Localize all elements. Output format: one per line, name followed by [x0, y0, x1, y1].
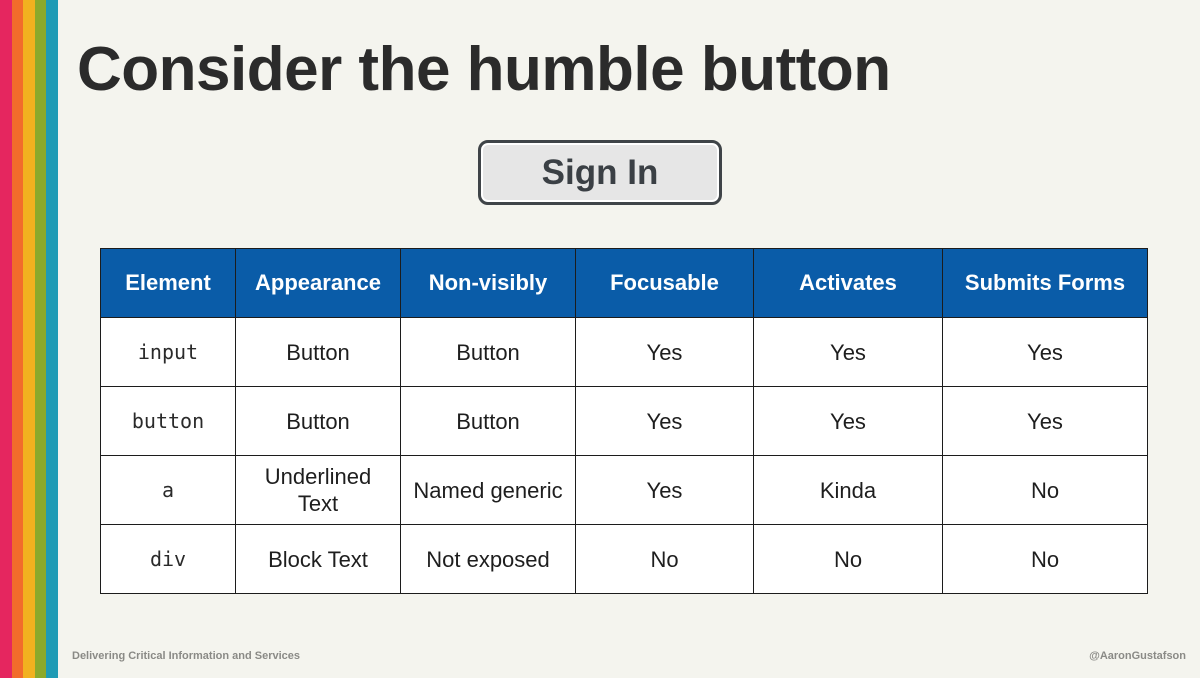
rainbow-stripe — [34, 0, 47, 678]
appearance-cell: Button — [235, 317, 401, 387]
element-cell: button — [100, 386, 236, 456]
submits-forms-cell: No — [942, 524, 1148, 594]
column-header-activates: Activates — [753, 248, 943, 318]
column-header-appearance: Appearance — [235, 248, 401, 318]
activates-cell: Yes — [753, 317, 943, 387]
column-header-non-visibly: Non-visibly — [400, 248, 576, 318]
column-header-focusable: Focusable — [575, 248, 754, 318]
non-visibly-cell: Not exposed — [400, 524, 576, 594]
submits-forms-cell: Yes — [942, 317, 1148, 387]
rainbow-stripes — [0, 0, 58, 678]
slide-title: Consider the humble button — [77, 35, 891, 104]
rainbow-stripe — [23, 0, 35, 678]
appearance-cell: Block Text — [235, 524, 401, 594]
focusable-cell: Yes — [575, 317, 754, 387]
submits-forms-cell: Yes — [942, 386, 1148, 456]
non-visibly-cell: Button — [400, 386, 576, 456]
appearance-cell: Button — [235, 386, 401, 456]
rainbow-stripe — [46, 0, 58, 678]
rainbow-stripe — [11, 0, 24, 678]
column-header-element: Element — [100, 248, 236, 318]
table-row: button Button Button Yes Yes Yes — [100, 386, 1148, 456]
appearance-cell: Underlined Text — [235, 455, 401, 525]
column-header-submits-forms: Submits Forms — [942, 248, 1148, 318]
non-visibly-cell: Button — [400, 317, 576, 387]
activates-cell: Kinda — [753, 455, 943, 525]
footer-author-handle: @AaronGustafson — [1089, 650, 1186, 662]
comparison-table: Element Appearance Non-visibly Focusable… — [100, 248, 1148, 594]
sign-in-button[interactable]: Sign In — [478, 140, 722, 205]
footer-talk-title: Delivering Critical Information and Serv… — [72, 650, 301, 662]
rainbow-stripe — [0, 0, 12, 678]
activates-cell: No — [753, 524, 943, 594]
focusable-cell: Yes — [575, 386, 754, 456]
table-header-row: Element Appearance Non-visibly Focusable… — [100, 248, 1148, 318]
element-cell: a — [100, 455, 236, 525]
activates-cell: Yes — [753, 386, 943, 456]
table-row: input Button Button Yes Yes Yes — [100, 317, 1148, 387]
focusable-cell: No — [575, 524, 754, 594]
table-row: div Block Text Not exposed No No No — [100, 524, 1148, 594]
element-cell: div — [100, 524, 236, 594]
submits-forms-cell: No — [942, 455, 1148, 525]
non-visibly-cell: Named generic — [400, 455, 576, 525]
element-cell: input — [100, 317, 236, 387]
table-row: a Underlined Text Named generic Yes Kind… — [100, 455, 1148, 525]
focusable-cell: Yes — [575, 455, 754, 525]
